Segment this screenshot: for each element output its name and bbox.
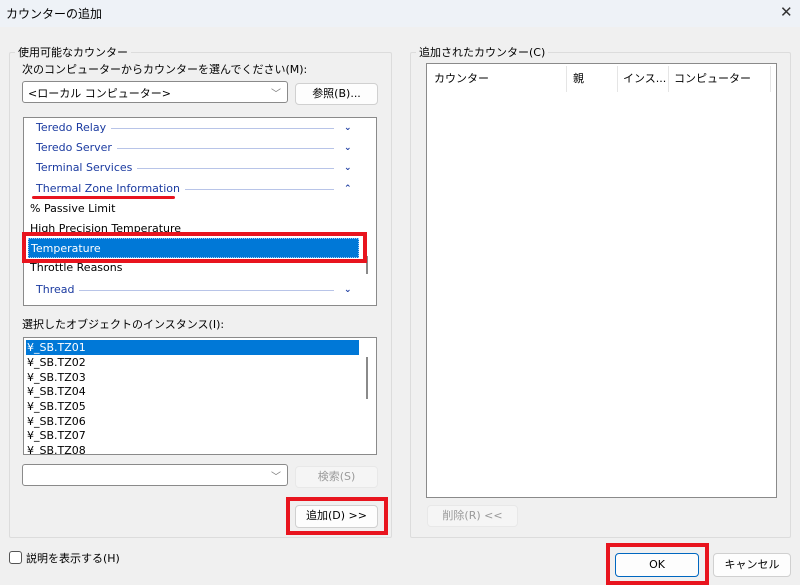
- column-header-counter[interactable]: カウンター: [434, 69, 489, 89]
- object-teredo-relay[interactable]: Teredo Relay ⌄: [24, 118, 354, 138]
- instance-item[interactable]: ¥_SB.TZ04: [26, 384, 359, 399]
- remove-button[interactable]: 削除(R) <<: [427, 505, 518, 527]
- instance-item[interactable]: ¥_SB.TZ08: [26, 443, 359, 454]
- chevron-up-icon[interactable]: ⌃: [344, 179, 354, 199]
- instance-item[interactable]: ¥_SB.TZ01: [26, 340, 359, 355]
- highlight-underline: [32, 196, 175, 199]
- column-header-parent[interactable]: 親: [573, 69, 584, 89]
- instance-item[interactable]: ¥_SB.TZ03: [26, 370, 359, 385]
- added-counters-list[interactable]: カウンター 親 インス... コンピューター: [426, 63, 777, 498]
- instance-item[interactable]: ¥_SB.TZ02: [26, 355, 359, 370]
- search-select[interactable]: ﹀: [22, 464, 288, 486]
- column-header-computer[interactable]: コンピューター: [674, 69, 751, 89]
- object-thread[interactable]: Thread ⌄: [24, 280, 354, 300]
- highlight-box-ok: [606, 543, 709, 585]
- column-divider[interactable]: [617, 66, 618, 92]
- cancel-button[interactable]: キャンセル: [713, 553, 791, 577]
- window-title: カウンターの追加: [6, 7, 103, 21]
- object-teredo-server[interactable]: Teredo Server ⌄: [24, 138, 354, 158]
- column-header-instance[interactable]: インス...: [623, 69, 666, 89]
- instances-label: 選択したオブジェクトのインスタンス(I):: [22, 318, 225, 331]
- column-divider[interactable]: [668, 66, 669, 92]
- column-divider[interactable]: [770, 66, 771, 92]
- instance-list[interactable]: ¥_SB.TZ01 ¥_SB.TZ02 ¥_SB.TZ03 ¥_SB.TZ04 …: [23, 337, 377, 455]
- chevron-down-icon: ﹀: [271, 472, 281, 483]
- instance-item[interactable]: ¥_SB.TZ05: [26, 399, 359, 414]
- chevron-down-icon[interactable]: ⌄: [344, 118, 354, 138]
- available-counters-label: 使用可能なカウンター: [15, 44, 131, 60]
- added-counters-label: 追加されたカウンター(C): [416, 44, 549, 60]
- close-icon[interactable]: ✕: [780, 3, 793, 21]
- show-description-checkbox[interactable]: [9, 551, 22, 564]
- counter-passive-limit[interactable]: % Passive Limit: [24, 199, 115, 219]
- instance-item[interactable]: ¥_SB.TZ07: [26, 428, 359, 443]
- show-description-label[interactable]: 説明を表示する(H): [26, 550, 120, 566]
- computer-value: <ローカル コンピューター>: [28, 87, 171, 100]
- chevron-down-icon[interactable]: ⌄: [344, 280, 354, 300]
- search-button[interactable]: 検索(S): [295, 466, 378, 488]
- title-bar: [0, 0, 800, 27]
- chevron-down-icon: ﹀: [271, 89, 281, 100]
- computer-label: 次のコンピューターからカウンターを選んでください(M):: [22, 63, 308, 76]
- computer-select[interactable]: <ローカル コンピューター> ﹀: [22, 81, 288, 103]
- browse-button[interactable]: 参照(B)...: [295, 83, 378, 105]
- instance-item[interactable]: ¥_SB.TZ06: [26, 414, 359, 429]
- scrollbar-thumb[interactable]: [366, 357, 368, 399]
- chevron-down-icon[interactable]: ⌄: [344, 158, 354, 178]
- highlight-box-add: [286, 497, 388, 535]
- highlight-box-temperature: [22, 232, 367, 263]
- column-divider[interactable]: [566, 66, 567, 92]
- chevron-down-icon[interactable]: ⌄: [344, 138, 354, 158]
- object-terminal-services[interactable]: Terminal Services ⌄: [24, 158, 354, 178]
- counter-list[interactable]: Teredo Relay ⌄ Teredo Server ⌄ Terminal Se…: [23, 117, 377, 306]
